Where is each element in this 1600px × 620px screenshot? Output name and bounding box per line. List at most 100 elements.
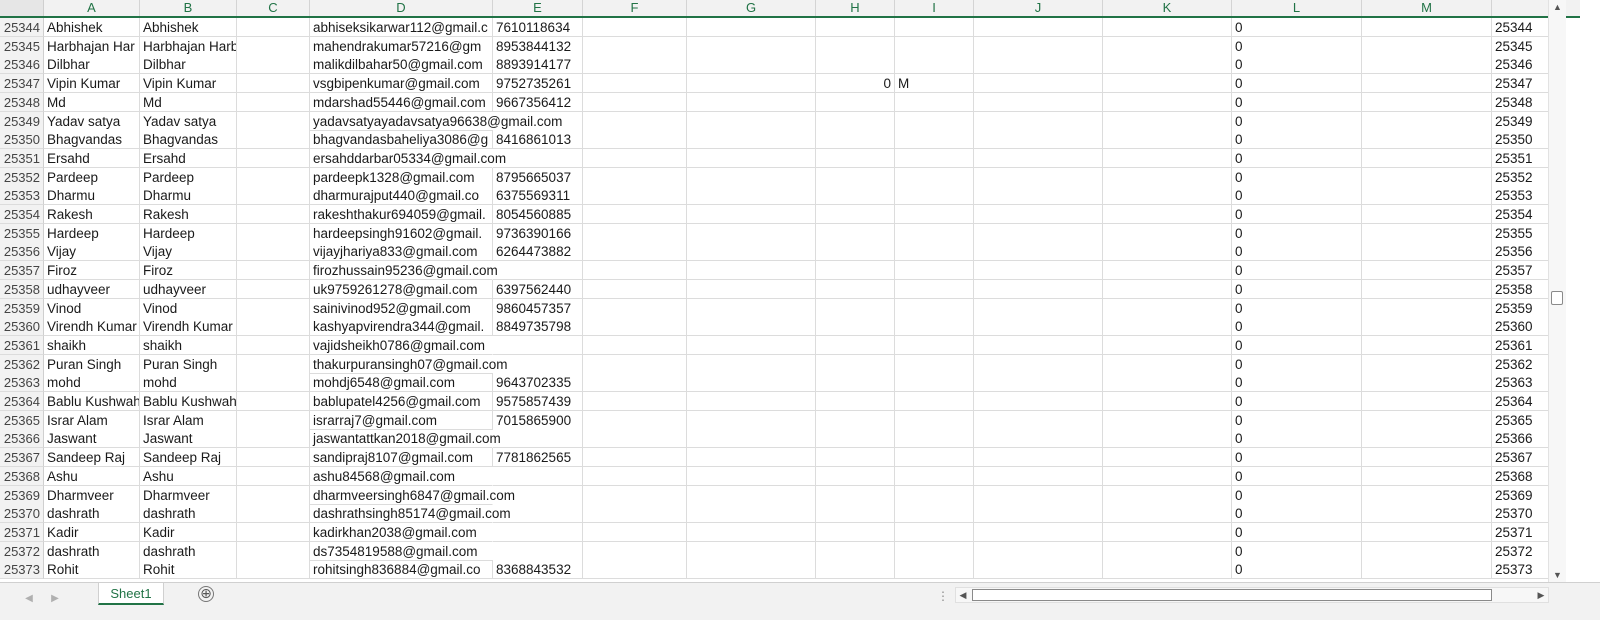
split-handle-icon[interactable]: ⋮ [937, 589, 949, 603]
cell-k[interactable] [1103, 560, 1232, 580]
cell-h[interactable] [816, 392, 895, 411]
cell-g[interactable] [687, 111, 816, 131]
cell-m[interactable] [1362, 55, 1492, 75]
cell-i[interactable] [895, 485, 974, 505]
cell-c[interactable] [237, 130, 310, 150]
cell-h[interactable] [816, 335, 895, 355]
column-header[interactable]: M [1362, 0, 1492, 16]
cell-j[interactable] [974, 448, 1103, 468]
cell-e[interactable]: 8953844132 [493, 36, 583, 56]
cell-j[interactable] [974, 466, 1103, 486]
column-header[interactable]: I [895, 0, 974, 16]
row-header[interactable]: 25360 [0, 317, 44, 337]
cell-i[interactable] [895, 186, 974, 206]
cell-g[interactable] [687, 466, 816, 486]
cell-b[interactable]: Pardeep [140, 167, 237, 187]
cell-e[interactable]: 9736390166 [493, 223, 583, 243]
cell-f[interactable] [583, 205, 687, 224]
cell-k[interactable] [1103, 485, 1232, 505]
cell-b[interactable]: Ersahd [140, 148, 237, 168]
column-header[interactable]: G [687, 0, 816, 16]
cell-a[interactable]: Harbhajan Har [44, 36, 140, 56]
cell-c[interactable] [237, 466, 310, 486]
cell-c[interactable] [237, 279, 310, 299]
cell-h[interactable]: 0 [816, 74, 895, 94]
cell-l[interactable]: 0 [1232, 55, 1362, 75]
cell-c[interactable] [237, 448, 310, 468]
cell-k[interactable] [1103, 36, 1232, 56]
cell-m[interactable] [1362, 522, 1492, 542]
cell-c[interactable] [237, 335, 310, 355]
cell-i[interactable] [895, 392, 974, 411]
cell-h[interactable] [816, 485, 895, 505]
add-sheet-icon[interactable]: ⊕ [198, 586, 214, 602]
cell-e[interactable]: 6397562440 [493, 279, 583, 299]
cell-j[interactable] [974, 504, 1103, 524]
cell-m[interactable] [1362, 148, 1492, 168]
cell-k[interactable] [1103, 335, 1232, 355]
cell-n[interactable]: 25371 [1492, 522, 1552, 542]
cell-b[interactable]: shaikh [140, 335, 237, 355]
cell-d[interactable]: dharmurajput440@gmail.co [310, 186, 493, 206]
cell-l[interactable]: 0 [1232, 522, 1362, 542]
cell-j[interactable] [974, 148, 1103, 168]
cell-d[interactable]: vsgbipenkumar@gmail.com [310, 74, 493, 94]
cell-m[interactable] [1362, 560, 1492, 580]
cell-f[interactable] [583, 130, 687, 150]
horizontal-scroll-thumb[interactable] [972, 589, 1492, 601]
column-header[interactable] [1492, 0, 1552, 16]
cell-g[interactable] [687, 335, 816, 355]
select-all-corner[interactable] [0, 0, 44, 16]
cell-c[interactable] [237, 485, 310, 505]
cell-a[interactable]: dashrath [44, 504, 140, 524]
cell-k[interactable] [1103, 392, 1232, 411]
cell-i[interactable] [895, 298, 974, 318]
cell-g[interactable] [687, 55, 816, 75]
cell-j[interactable] [974, 279, 1103, 299]
cell-a[interactable]: Abhishek [44, 18, 140, 37]
row-header[interactable]: 25362 [0, 354, 44, 374]
cell-g[interactable] [687, 167, 816, 187]
cell-n[interactable]: 25351 [1492, 148, 1552, 168]
cell-i[interactable] [895, 410, 974, 430]
cell-h[interactable] [816, 560, 895, 580]
row-header[interactable]: 25372 [0, 541, 44, 561]
cell-g[interactable] [687, 242, 816, 262]
cell-g[interactable] [687, 373, 816, 393]
cell-n[interactable]: 25352 [1492, 167, 1552, 187]
cell-l[interactable]: 0 [1232, 448, 1362, 468]
cell-h[interactable] [816, 261, 895, 281]
cell-m[interactable] [1362, 373, 1492, 393]
cell-c[interactable] [237, 504, 310, 524]
cell-a[interactable]: Md [44, 92, 140, 112]
cell-n[interactable]: 25373 [1492, 560, 1552, 580]
cell-d[interactable]: mahendrakumar57216@gm [310, 36, 493, 56]
cell-k[interactable] [1103, 504, 1232, 524]
cell-l[interactable]: 0 [1232, 205, 1362, 224]
cell-i[interactable] [895, 261, 974, 281]
cell-b[interactable]: dashrath [140, 504, 237, 524]
cell-j[interactable] [974, 36, 1103, 56]
cell-e[interactable]: 9752735261 [493, 74, 583, 94]
cell-a[interactable]: Hardeep [44, 223, 140, 243]
cell-n[interactable]: 25344 [1492, 18, 1552, 37]
cell-b[interactable]: Hardeep [140, 223, 237, 243]
cell-f[interactable] [583, 410, 687, 430]
cell-e[interactable]: 8849735798 [493, 317, 583, 337]
cell-n[interactable]: 25355 [1492, 223, 1552, 243]
cell-a[interactable]: Vijay [44, 242, 140, 262]
cell-n[interactable]: 25358 [1492, 279, 1552, 299]
cell-l[interactable]: 0 [1232, 130, 1362, 150]
cell-m[interactable] [1362, 429, 1492, 449]
spreadsheet-grid[interactable]: ABCDEFGHIJKLM 25344 Abhishek Abhishek abhis… [0, 0, 1580, 592]
cell-f[interactable] [583, 466, 687, 486]
cell-d[interactable]: vajidsheikh0786@gmail.com [310, 336, 493, 355]
cell-b[interactable]: Dharmveer [140, 485, 237, 505]
cell-f[interactable] [583, 298, 687, 318]
cell-i[interactable] [895, 242, 974, 262]
cell-l[interactable]: 0 [1232, 111, 1362, 131]
cell-a[interactable]: Pardeep [44, 167, 140, 187]
cell-g[interactable] [687, 560, 816, 580]
cell-f[interactable] [583, 504, 687, 524]
cell-g[interactable] [687, 279, 816, 299]
